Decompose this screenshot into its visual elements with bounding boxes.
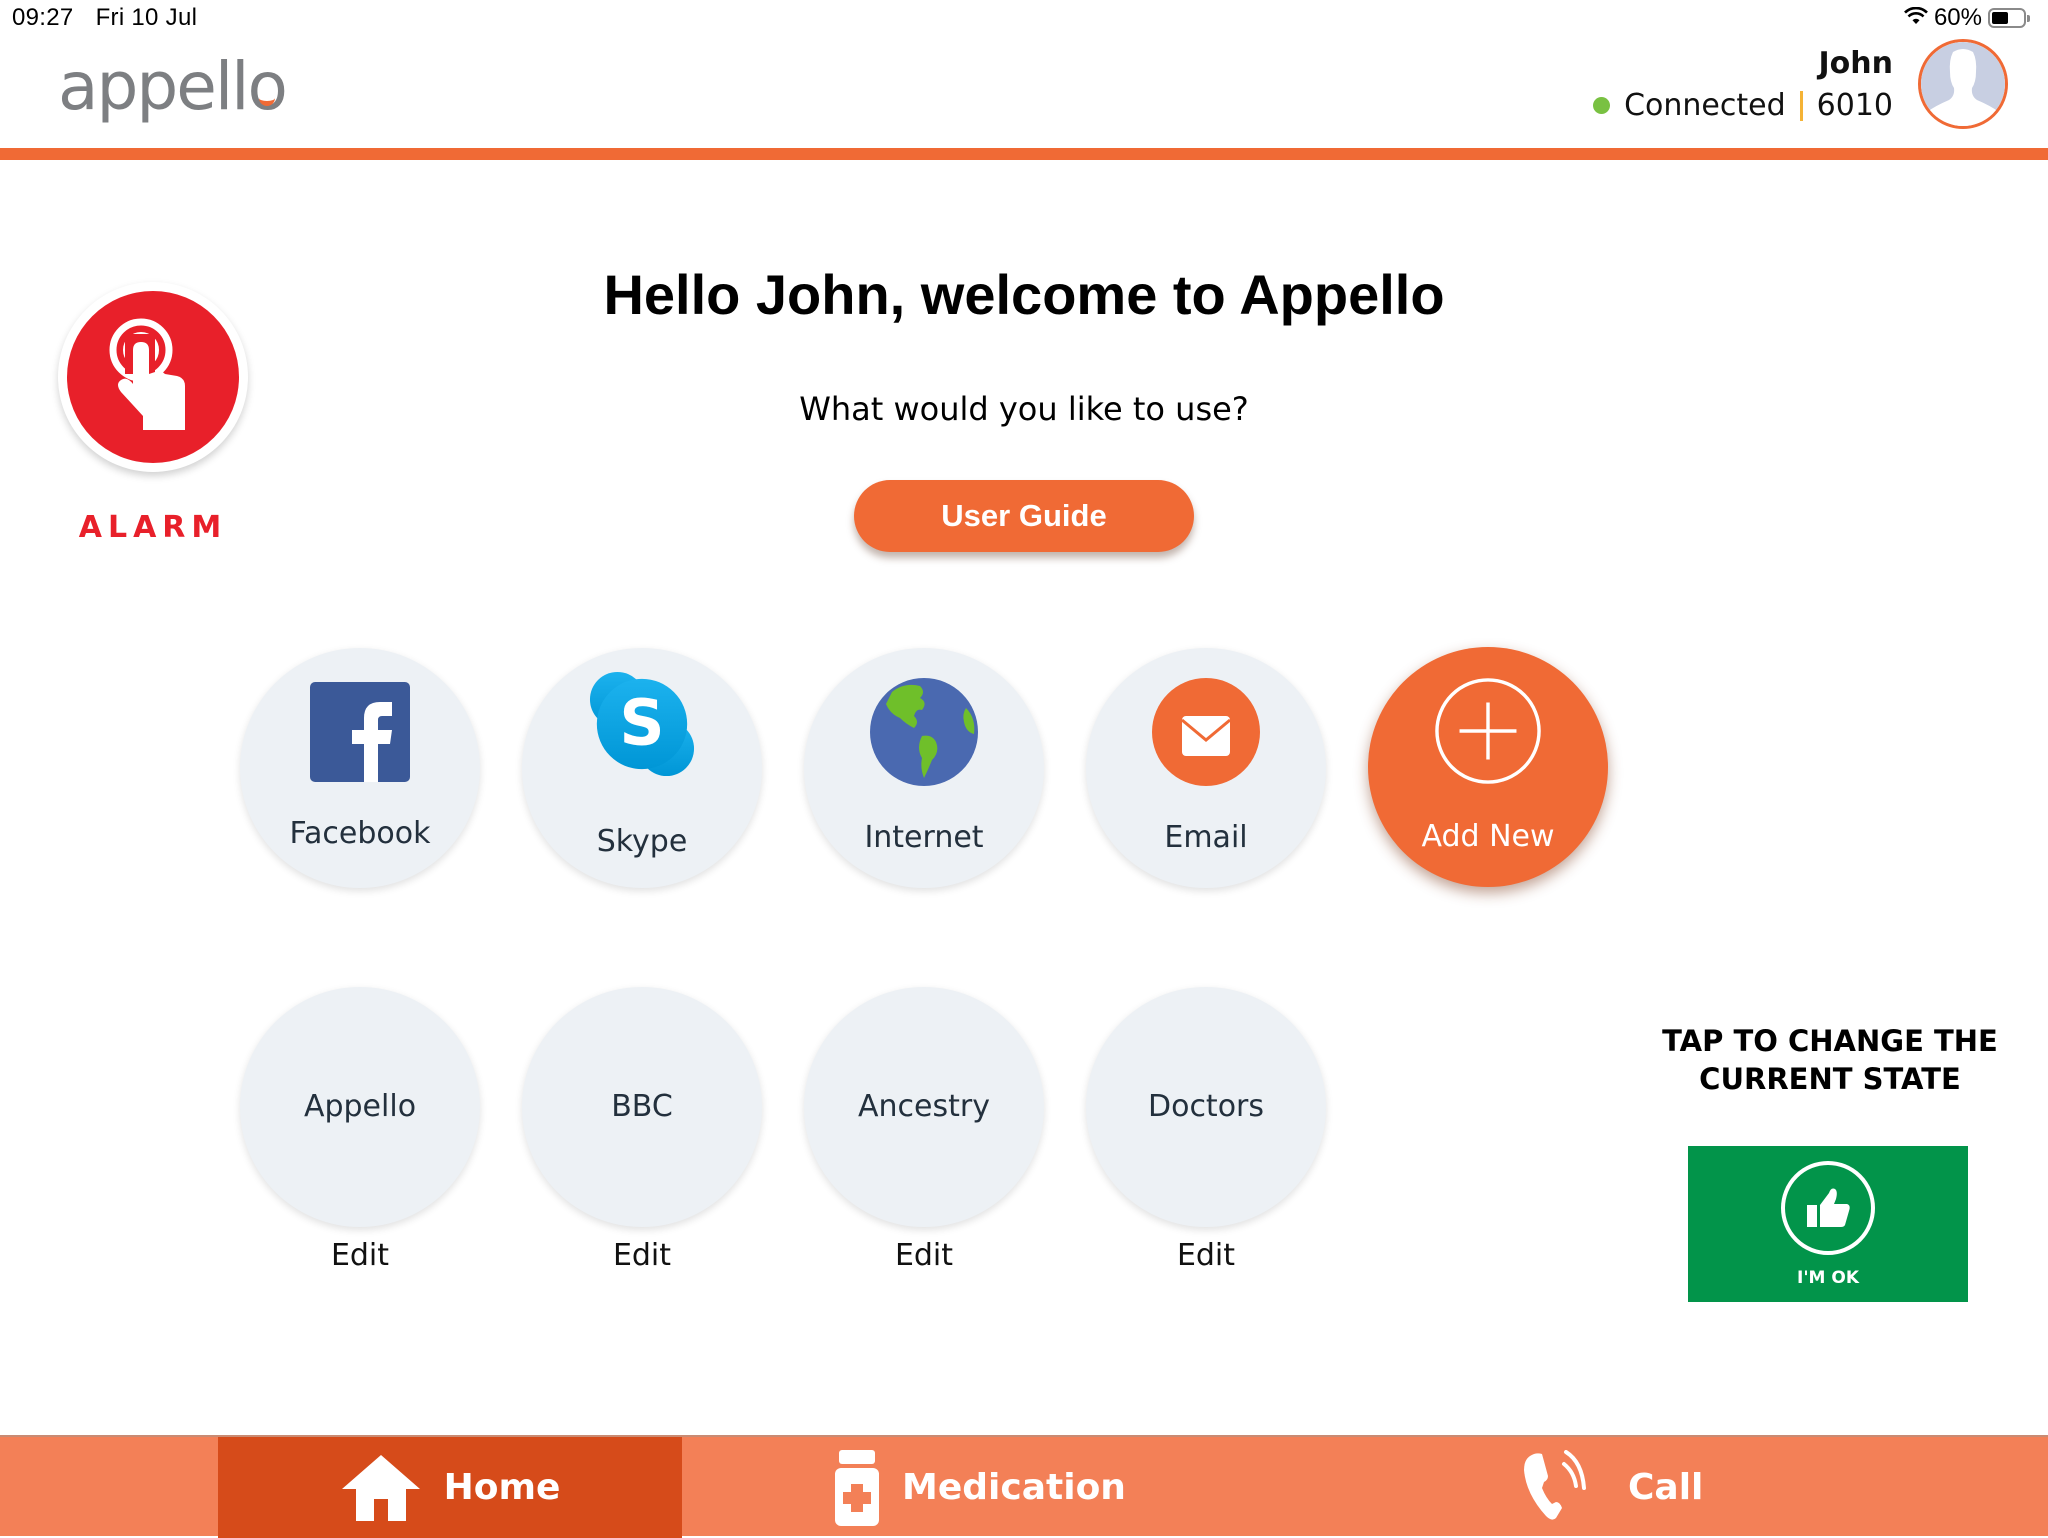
welcome-heading: Hello John, welcome to Appello [603,263,1445,326]
facebook-icon [306,678,414,786]
app-tile-label: Doctors [1147,1089,1265,1124]
app-tile-appello[interactable]: Appello [240,987,480,1227]
medicine-bottle-icon [834,1449,880,1526]
app-tile-label: BBC [611,1089,673,1124]
bottom-nav: Home Medication Call [0,1435,2048,1538]
app-tile-label: Add New [1421,819,1555,854]
avatar[interactable] [1918,39,2008,129]
status-date: Fri 10 Jul [95,4,198,31]
logo-text: appello [58,48,288,125]
app-tile-label: Ancestry [858,1089,990,1124]
divider [1799,90,1803,121]
logo-smile-letter: o [247,48,288,125]
envelope-icon [1152,678,1260,786]
state-label: I'M OK [1797,1268,1859,1288]
phone-ringing-icon [1522,1449,1606,1526]
plus-circle-icon [1434,677,1542,785]
svg-text:S: S [619,687,664,760]
nav-label-home: Home [443,1467,561,1508]
battery-icon [1988,8,2030,28]
app-tile-bbc[interactable]: BBC [522,987,762,1227]
app-tile-label: Appello [303,1089,417,1124]
state-panel-title: TAP TO CHANGE THE CURRENT STATE [1620,1022,2040,1098]
app-tile-label: Email [1164,820,1248,855]
wifi-icon [1904,4,1928,32]
battery-level [1992,12,2009,24]
user-name: John [1818,46,1894,81]
nav-tab-home[interactable]: Home [218,1437,682,1538]
app-tile-label: Skype [596,824,688,859]
app-tile-internet[interactable]: Internet [804,648,1044,888]
state-title-line2: CURRENT STATE [1699,1062,1961,1096]
state-title-line1: TAP TO CHANGE THE [1662,1024,1998,1058]
home-icon [340,1453,422,1523]
alarm-label: ALARM [78,510,228,545]
nav-tab-call[interactable]: Call [1278,1437,2048,1538]
status-time: 09:27 [12,4,74,31]
connection-info: Connected 6010 [1593,88,1893,123]
app-tile-facebook[interactable]: Facebook [240,648,480,888]
prompt-text: What would you like to use? [799,390,1249,428]
person-silhouette-icon [1921,42,2005,126]
app-tile-label: Facebook [289,816,431,851]
app-tile-ancestry[interactable]: Ancestry [804,987,1044,1227]
connection-status: Connected [1624,88,1786,123]
nav-label-call: Call [1628,1467,1704,1508]
nav-tab-medication[interactable]: Medication [682,1437,1278,1538]
edit-link-bbc[interactable]: Edit [522,1238,762,1273]
edit-link-doctors[interactable]: Edit [1086,1238,1326,1273]
add-new-button[interactable]: Add New [1368,647,1608,887]
user-guide-button[interactable]: User Guide [854,480,1194,552]
globe-icon [870,678,978,786]
appello-logo: appello [58,54,288,120]
skype-icon: S [588,670,696,778]
user-id: 6010 [1816,88,1893,123]
app-tile-email[interactable]: Email [1086,648,1326,888]
thumbs-up-icon [1781,1161,1875,1255]
status-bar-indicators: 60% [1904,4,2030,32]
app-tile-skype[interactable]: S Skype [522,648,762,888]
app-tile-label: Internet [864,820,984,855]
state-toggle-button[interactable]: I'M OK [1688,1146,1968,1302]
nav-label-medication: Medication [902,1467,1126,1508]
app-tile-doctors[interactable]: Doctors [1086,987,1326,1227]
edit-link-ancestry[interactable]: Edit [804,1238,1044,1273]
header-divider [0,148,2048,160]
edit-link-appello[interactable]: Edit [240,1238,480,1273]
smile-icon [258,92,275,106]
battery-percent: 60% [1933,4,1982,31]
status-dot-icon [1593,97,1611,114]
status-bar-clock: 09:27 Fri 10 Jul [12,4,197,32]
